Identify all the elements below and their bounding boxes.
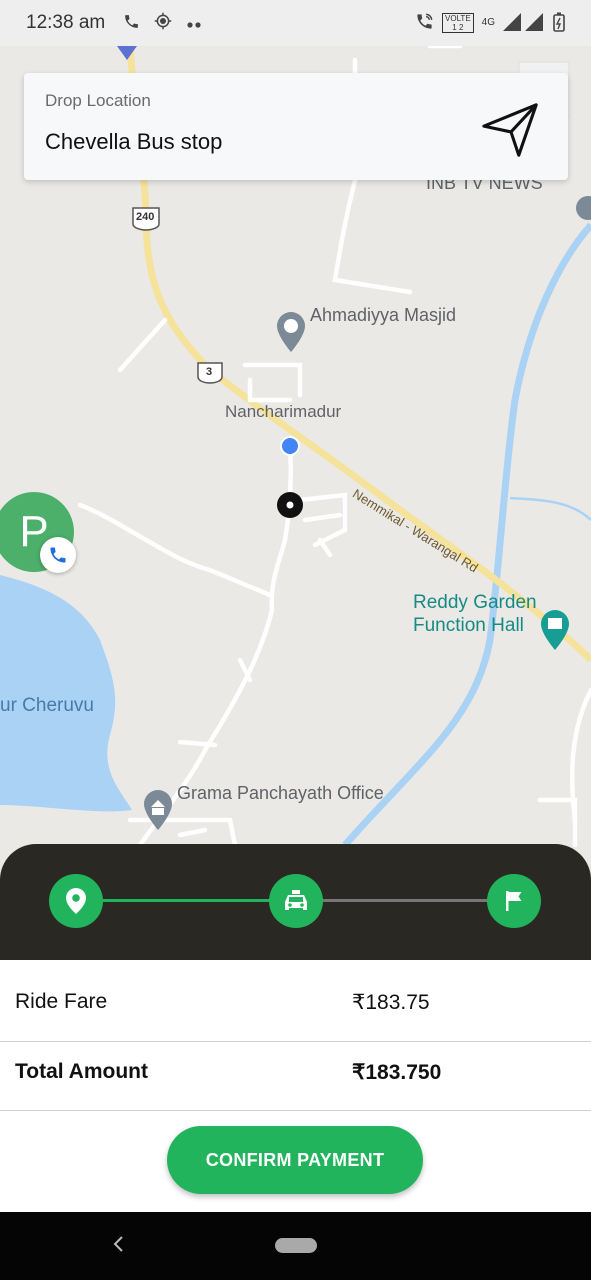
battery-icon: [553, 12, 565, 35]
progress-track-done: [103, 899, 271, 902]
network-type: 4G: [481, 17, 495, 28]
volte-line2: 1 2: [452, 23, 464, 32]
status-time: 12:38 am: [26, 12, 106, 33]
volte-line1: VOLTE: [445, 14, 471, 23]
total-amount-value: ₹183.750: [352, 1060, 442, 1084]
taxi-icon: [285, 890, 307, 910]
map-label-cheruvu: ur Cheruvu: [0, 695, 94, 716]
fare-section: Ride Fare ₹183.75 Total Amount ₹183.750 …: [0, 960, 591, 1212]
flag-icon: [506, 891, 522, 911]
call-icon: [50, 547, 66, 563]
fare-divider-1: [0, 1041, 591, 1042]
step-destination: [487, 874, 541, 928]
map-label-panchayath: Grama Panchayath Office: [177, 783, 384, 803]
map-shield-3: 3: [206, 366, 213, 378]
status-bar: 12:38 am VOLTE 1 2 4G: [0, 0, 591, 46]
drop-location-label: Drop Location: [45, 91, 151, 110]
confirm-payment-button[interactable]: CONFIRM PAYMENT: [167, 1126, 423, 1194]
system-nav-bar: [0, 1212, 591, 1280]
drop-location-value: Chevella Bus stop: [45, 129, 223, 154]
map-label-reddy-garden: Reddy Garden Function Hall: [413, 591, 537, 637]
back-icon[interactable]: [112, 1234, 126, 1260]
signal-icon: [503, 12, 545, 34]
ride-fare-label: Ride Fare: [15, 990, 108, 1013]
step-pickup: [49, 874, 103, 928]
step-ride: [269, 874, 323, 928]
map-shield-240: 240: [136, 211, 155, 223]
total-amount-row: Total Amount ₹183.750: [0, 1052, 591, 1092]
home-button[interactable]: [275, 1238, 317, 1253]
drop-location-card[interactable]: Drop Location Chevella Bus stop: [24, 73, 568, 180]
ride-fare-value: ₹183.75: [352, 990, 430, 1014]
fare-divider-2: [0, 1110, 591, 1111]
more-dots-icon: [186, 14, 202, 33]
phone-icon: [123, 13, 140, 34]
ride-fare-row: Ride Fare ₹183.75: [0, 982, 591, 1022]
pickup-pin-icon: [66, 888, 86, 914]
progress-track-pending: [322, 899, 490, 902]
map-label-nancharimadur: Nancharimadur: [225, 402, 342, 421]
navigate-icon[interactable]: [480, 99, 542, 161]
map-label-masjid: Ahmadiyya Masjid: [310, 305, 457, 325]
call-driver-button[interactable]: [40, 537, 76, 573]
map-label-reddy-line1: Reddy Garden: [413, 592, 537, 613]
total-amount-label: Total Amount: [15, 1060, 148, 1083]
location-icon: [154, 12, 172, 34]
map-label-reddy-line2: Function Hall: [413, 615, 524, 636]
volte-icon: VOLTE 1 2: [442, 13, 474, 33]
wifi-call-icon: [415, 12, 434, 34]
